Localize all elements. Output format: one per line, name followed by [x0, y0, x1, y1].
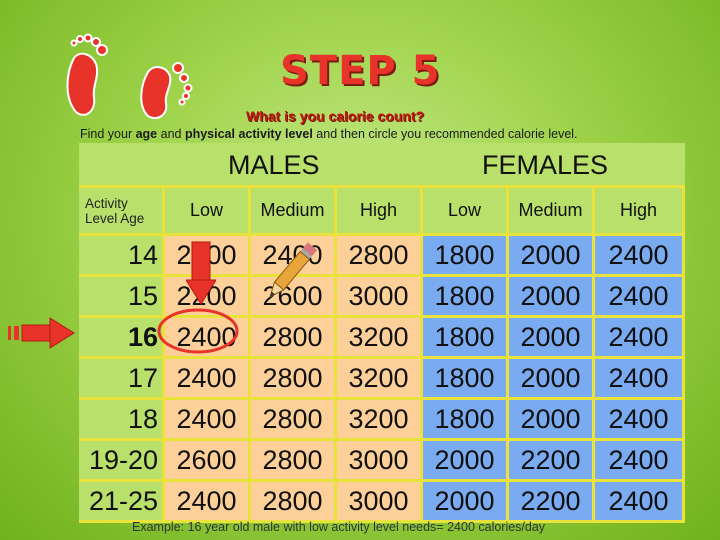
- instructions-text: Find your age and physical activity leve…: [80, 127, 578, 141]
- male-calorie-cell[interactable]: 3200: [337, 400, 423, 441]
- red-down-arrow-icon: [186, 241, 216, 305]
- male-calorie-cell[interactable]: 2800: [251, 359, 337, 400]
- female-calorie-cell[interactable]: 2000: [509, 400, 595, 441]
- female-calorie-cell[interactable]: 2000: [509, 359, 595, 400]
- column-header: Low: [423, 188, 509, 236]
- red-footprints-icon: [66, 33, 193, 120]
- question-text: What is you calorie count?: [246, 108, 425, 124]
- instructions-age: age: [135, 127, 158, 141]
- male-calorie-cell[interactable]: 2800: [337, 236, 423, 277]
- male-calorie-cell[interactable]: 2400: [165, 359, 251, 400]
- instructions-part: Find your: [80, 127, 136, 141]
- female-calorie-cell[interactable]: 2000: [509, 236, 595, 277]
- females-heading: FEMALES: [482, 150, 609, 180]
- column-header: Medium: [251, 188, 337, 236]
- male-calorie-cell[interactable]: 2800: [251, 400, 337, 441]
- female-calorie-cell[interactable]: 2400: [595, 482, 685, 523]
- male-calorie-cell[interactable]: 2800: [251, 441, 337, 482]
- female-calorie-cell[interactable]: 2000: [423, 482, 509, 523]
- pencil-icon: [269, 242, 318, 298]
- corner-label-line: Level Age: [85, 210, 145, 226]
- female-calorie-cell[interactable]: 2400: [595, 441, 685, 482]
- female-calorie-cell[interactable]: 1800: [423, 400, 509, 441]
- female-calorie-cell[interactable]: 2200: [509, 482, 595, 523]
- male-calorie-cell[interactable]: 3200: [337, 318, 423, 359]
- age-cell: 18: [79, 400, 165, 441]
- age-cell: 17: [79, 359, 165, 400]
- male-calorie-cell[interactable]: 2400: [165, 400, 251, 441]
- female-calorie-cell[interactable]: 2400: [595, 318, 685, 359]
- red-right-arrow-icon: [8, 317, 75, 349]
- female-calorie-cell[interactable]: 1800: [423, 359, 509, 400]
- age-cell: 21-25: [79, 482, 165, 523]
- corner-label: Activity Level Age: [79, 188, 165, 236]
- female-calorie-cell[interactable]: 2400: [595, 400, 685, 441]
- male-calorie-cell[interactable]: 2600: [165, 441, 251, 482]
- instructions-part: and then circle you recommended calorie …: [312, 127, 578, 141]
- male-calorie-cell[interactable]: 2800: [251, 482, 337, 523]
- male-calorie-cell[interactable]: 3000: [337, 441, 423, 482]
- instructions-part: and: [157, 127, 185, 141]
- corner-label-line: Activity: [85, 195, 128, 211]
- column-header: Low: [165, 188, 251, 236]
- males-heading: MALES: [228, 150, 320, 180]
- column-header: Medium: [509, 188, 595, 236]
- column-header: High: [337, 188, 423, 236]
- female-calorie-cell[interactable]: 1800: [423, 277, 509, 318]
- age-cell: 16: [79, 318, 165, 359]
- female-calorie-cell[interactable]: 2200: [509, 441, 595, 482]
- female-calorie-cell[interactable]: 2400: [595, 359, 685, 400]
- female-calorie-cell[interactable]: 2400: [595, 277, 685, 318]
- age-cell: 15: [79, 277, 165, 318]
- age-cell: 19-20: [79, 441, 165, 482]
- male-calorie-cell[interactable]: 3200: [337, 359, 423, 400]
- male-calorie-cell[interactable]: 2800: [251, 318, 337, 359]
- column-header: High: [595, 188, 685, 236]
- female-calorie-cell[interactable]: 2000: [509, 318, 595, 359]
- step-title: STEP 5: [280, 48, 441, 94]
- red-circle-highlight: [157, 308, 239, 354]
- example-text: Example: 16 year old male with low activ…: [132, 520, 546, 534]
- female-calorie-cell[interactable]: 1800: [423, 318, 509, 359]
- male-calorie-cell[interactable]: 3000: [337, 482, 423, 523]
- female-calorie-cell[interactable]: 2000: [509, 277, 595, 318]
- female-calorie-cell[interactable]: 2400: [595, 236, 685, 277]
- female-calorie-cell[interactable]: 2000: [423, 441, 509, 482]
- male-calorie-cell[interactable]: 2400: [165, 482, 251, 523]
- male-calorie-cell[interactable]: 3000: [337, 277, 423, 318]
- age-cell: 14: [79, 236, 165, 277]
- instructions-activity: physical activity level: [184, 127, 313, 141]
- female-calorie-cell[interactable]: 1800: [423, 236, 509, 277]
